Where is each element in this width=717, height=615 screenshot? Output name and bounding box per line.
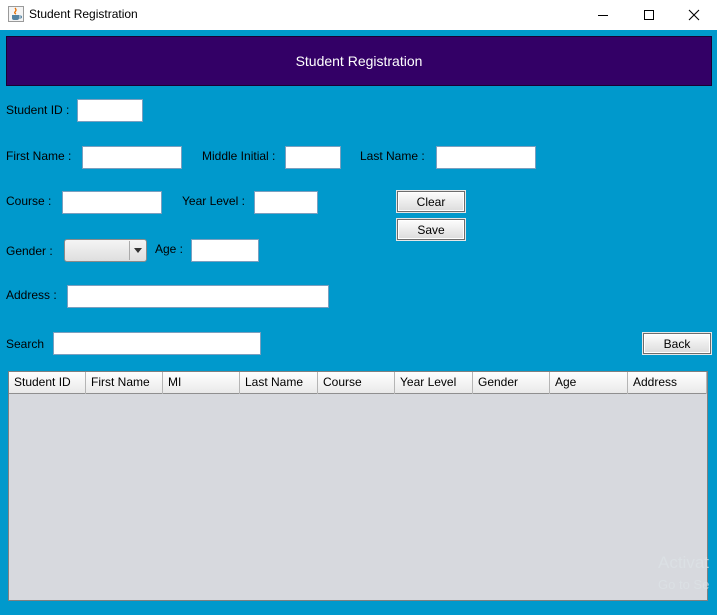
student-id-label: Student ID :	[6, 103, 70, 117]
address-label: Address :	[6, 288, 57, 302]
chevron-down-icon[interactable]	[129, 241, 145, 260]
clear-button[interactable]: Clear	[397, 191, 465, 212]
column-header-age[interactable]: Age	[550, 372, 628, 394]
minimize-icon	[598, 15, 608, 16]
year-level-label: Year Level :	[182, 194, 245, 208]
address-input[interactable]	[67, 285, 329, 308]
table-header: Student ID First Name MI Last Name Cours…	[9, 372, 707, 394]
maximize-button[interactable]	[626, 0, 672, 30]
column-header-mi[interactable]: MI	[163, 372, 240, 394]
save-button[interactable]: Save	[397, 219, 465, 240]
year-level-input[interactable]	[254, 191, 318, 214]
course-input[interactable]	[62, 191, 162, 214]
back-button[interactable]: Back	[643, 333, 711, 354]
minimize-button[interactable]	[580, 0, 626, 30]
activation-watermark-line2: Go to Se	[658, 577, 710, 592]
age-label: Age :	[155, 242, 184, 256]
close-button[interactable]	[671, 0, 717, 30]
content-pane: Student Registration Student ID : First …	[0, 30, 717, 605]
last-name-label: Last Name :	[360, 149, 425, 163]
middle-initial-input[interactable]	[285, 146, 341, 169]
first-name-input[interactable]	[82, 146, 182, 169]
student-id-input[interactable]	[77, 99, 143, 122]
column-header-year-level[interactable]: Year Level	[395, 372, 473, 394]
middle-initial-label: Middle Initial :	[202, 149, 276, 163]
column-header-course[interactable]: Course	[318, 372, 395, 394]
column-header-last-name[interactable]: Last Name	[240, 372, 318, 394]
course-label: Course :	[6, 194, 52, 208]
search-label: Search	[6, 337, 45, 351]
activation-watermark-line1: Activat	[658, 553, 710, 572]
window-title: Student Registration	[29, 7, 138, 21]
last-name-input[interactable]	[436, 146, 536, 169]
window-titlebar[interactable]: Student Registration	[0, 0, 717, 30]
age-input[interactable]	[191, 239, 259, 262]
header-banner: Student Registration	[6, 36, 712, 86]
java-cup-icon	[8, 6, 24, 22]
first-name-label: First Name :	[6, 149, 72, 163]
table-body[interactable]	[9, 395, 707, 600]
column-header-student-id[interactable]: Student ID	[9, 372, 86, 394]
column-header-gender[interactable]: Gender	[473, 372, 550, 394]
gender-dropdown[interactable]	[64, 239, 147, 262]
column-header-address[interactable]: Address	[628, 372, 707, 394]
gender-label: Gender :	[6, 244, 53, 258]
desktop-background-strip	[0, 605, 717, 615]
maximize-icon	[644, 10, 654, 20]
header-title: Student Registration	[295, 53, 423, 69]
search-input[interactable]	[53, 332, 261, 355]
students-table[interactable]: Student ID First Name MI Last Name Cours…	[8, 371, 708, 601]
close-icon	[688, 9, 700, 21]
column-header-first-name[interactable]: First Name	[86, 372, 163, 394]
